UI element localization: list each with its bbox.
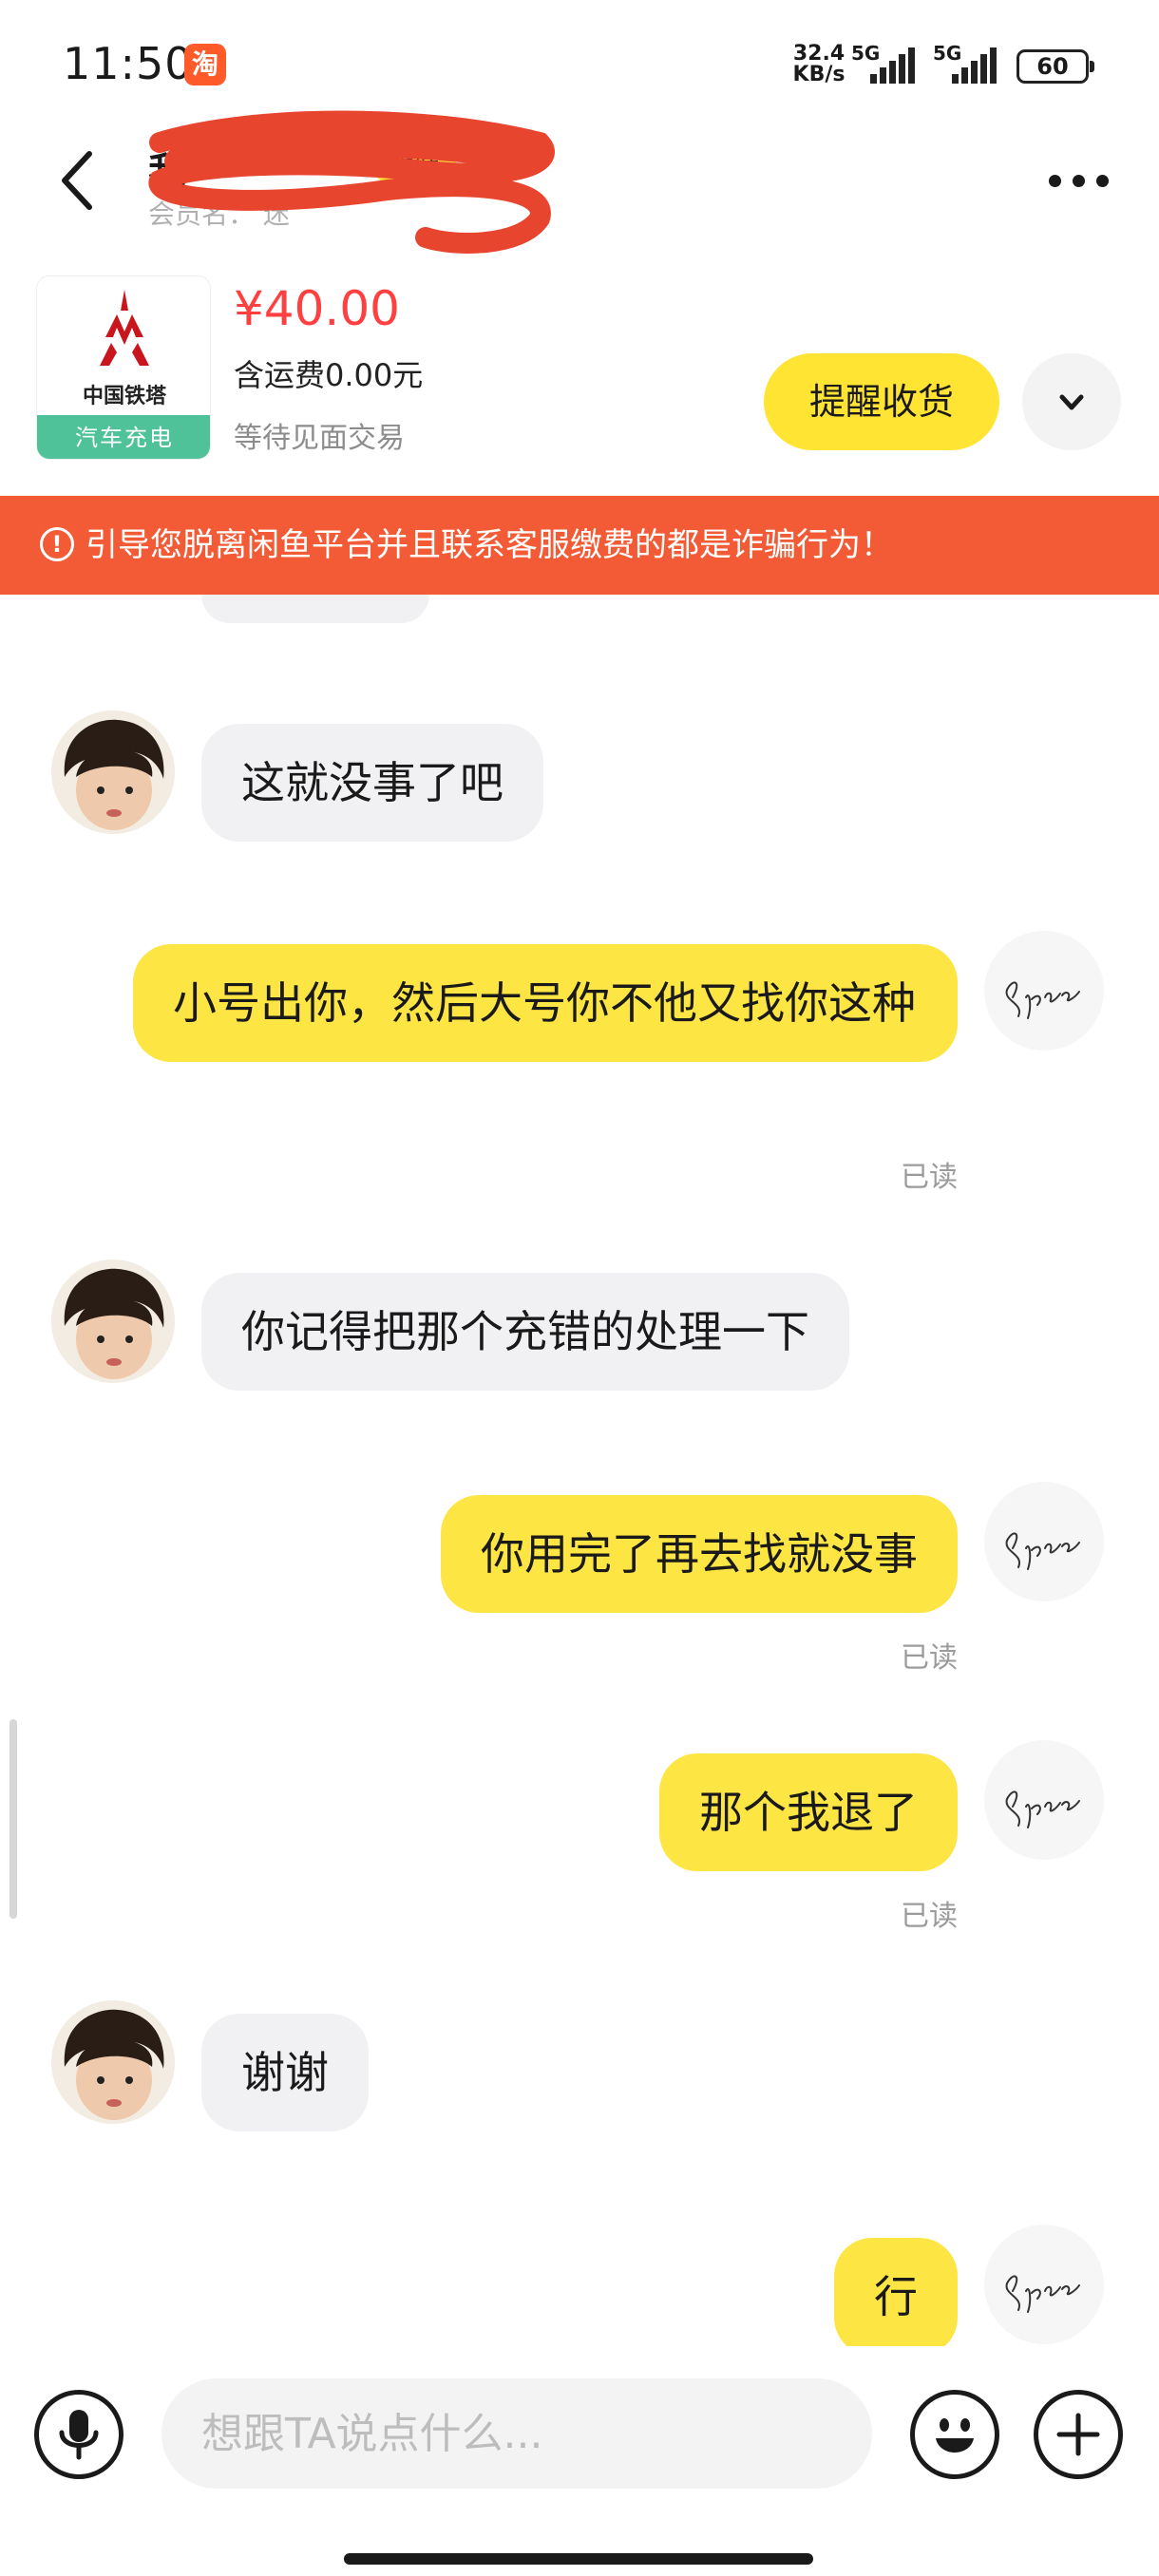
chevron-left-icon (62, 151, 92, 210)
message-bubble-outgoing[interactable]: 小号出你，然后大号你不他又找你这种 (133, 944, 958, 1062)
home-indicator[interactable] (344, 2553, 813, 2565)
child-avatar-image (51, 1260, 175, 1383)
contact-avatar[interactable] (51, 1260, 175, 1383)
message-bubble-outgoing[interactable]: 那个我退了 (659, 1753, 958, 1871)
my-avatar[interactable] (984, 2225, 1104, 2344)
network-speed: 32.4 KB/s (788, 44, 849, 85)
smile-icon (936, 2418, 974, 2453)
message-bubble-outgoing[interactable]: 你用完了再去找就没事 (441, 1495, 958, 1613)
signature-avatar-image (1005, 1532, 1080, 1570)
back-button[interactable] (49, 142, 106, 218)
signature-avatar-image (1005, 981, 1080, 1019)
trade-status: 等待见面交易 (234, 422, 405, 455)
plus-icon (1056, 2413, 1100, 2456)
chat-area[interactable]: 这就没事了吧 小号出你，然后大号你不他又找你这种 已读 你记得把那个充错的处理一… (0, 595, 1159, 2346)
alert-icon: ! (40, 526, 74, 561)
product-thumbnail[interactable]: 中国铁塔 汽车充电 (36, 275, 211, 460)
signature-avatar-image (1005, 1790, 1080, 1828)
message-bubble-incoming[interactable]: 谢谢 (201, 2014, 369, 2131)
battery-icon: 60 (1016, 49, 1094, 84)
message-input[interactable] (162, 2378, 872, 2489)
signature-avatar-image (1005, 2275, 1080, 2313)
child-avatar-image (51, 2000, 175, 2124)
read-status: 已读 (901, 1641, 958, 1675)
contact-avatar[interactable] (51, 2000, 175, 2124)
plus-button[interactable] (1034, 2390, 1123, 2479)
my-avatar[interactable] (984, 1482, 1104, 1601)
chevron-down-icon (1059, 394, 1084, 410)
voice-button[interactable] (34, 2390, 124, 2479)
expand-button[interactable] (1022, 353, 1121, 450)
product-brand: 中国铁塔 (82, 385, 166, 408)
warning-text: 引导您脱离闲鱼平台并且联系客服缴费的都是诈骗行为！ (86, 526, 893, 564)
microphone-icon (59, 2410, 99, 2460)
signal-1-icon (870, 46, 916, 84)
fraud-warning-banner: ! 引导您脱离闲鱼平台并且联系客服缴费的都是诈骗行为！ (0, 496, 1159, 595)
status-time: 11:50 (63, 38, 194, 89)
more-dots-icon (1049, 175, 1061, 187)
remind-receipt-button[interactable]: 提醒收货 (764, 353, 999, 450)
more-options-button[interactable] (1043, 161, 1115, 199)
more-dot (1073, 175, 1085, 187)
my-avatar[interactable] (984, 931, 1104, 1051)
message-bubble-incoming[interactable]: 你记得把那个充错的处理一下 (201, 1273, 849, 1391)
scrollbar[interactable] (10, 1719, 17, 1919)
my-avatar[interactable] (984, 1740, 1104, 1860)
china-tower-logo (100, 290, 149, 366)
previous-message-bubble (201, 595, 429, 623)
signal-2-icon (952, 46, 998, 84)
product-banner: 汽车充电 (37, 415, 210, 459)
network-speed-value: 32.4 (792, 42, 846, 66)
child-avatar-image (51, 710, 175, 834)
shipping-fee: 含运费0.00元 (234, 357, 424, 393)
taobao-app-icon: 淘 (184, 44, 226, 85)
redaction-scribble (148, 110, 555, 254)
emoji-button[interactable] (910, 2390, 999, 2479)
message-bubble-outgoing[interactable]: 行 (834, 2238, 958, 2346)
input-bar (0, 2346, 1159, 2576)
read-status: 已读 (901, 1900, 958, 1933)
more-dot (1096, 175, 1109, 187)
message-bubble-incoming[interactable]: 这就没事了吧 (201, 724, 543, 842)
product-price: ¥40.00 (234, 281, 400, 336)
network-speed-unit: KB/s (792, 63, 846, 86)
read-status: 已读 (901, 1161, 958, 1194)
contact-avatar[interactable] (51, 710, 175, 834)
